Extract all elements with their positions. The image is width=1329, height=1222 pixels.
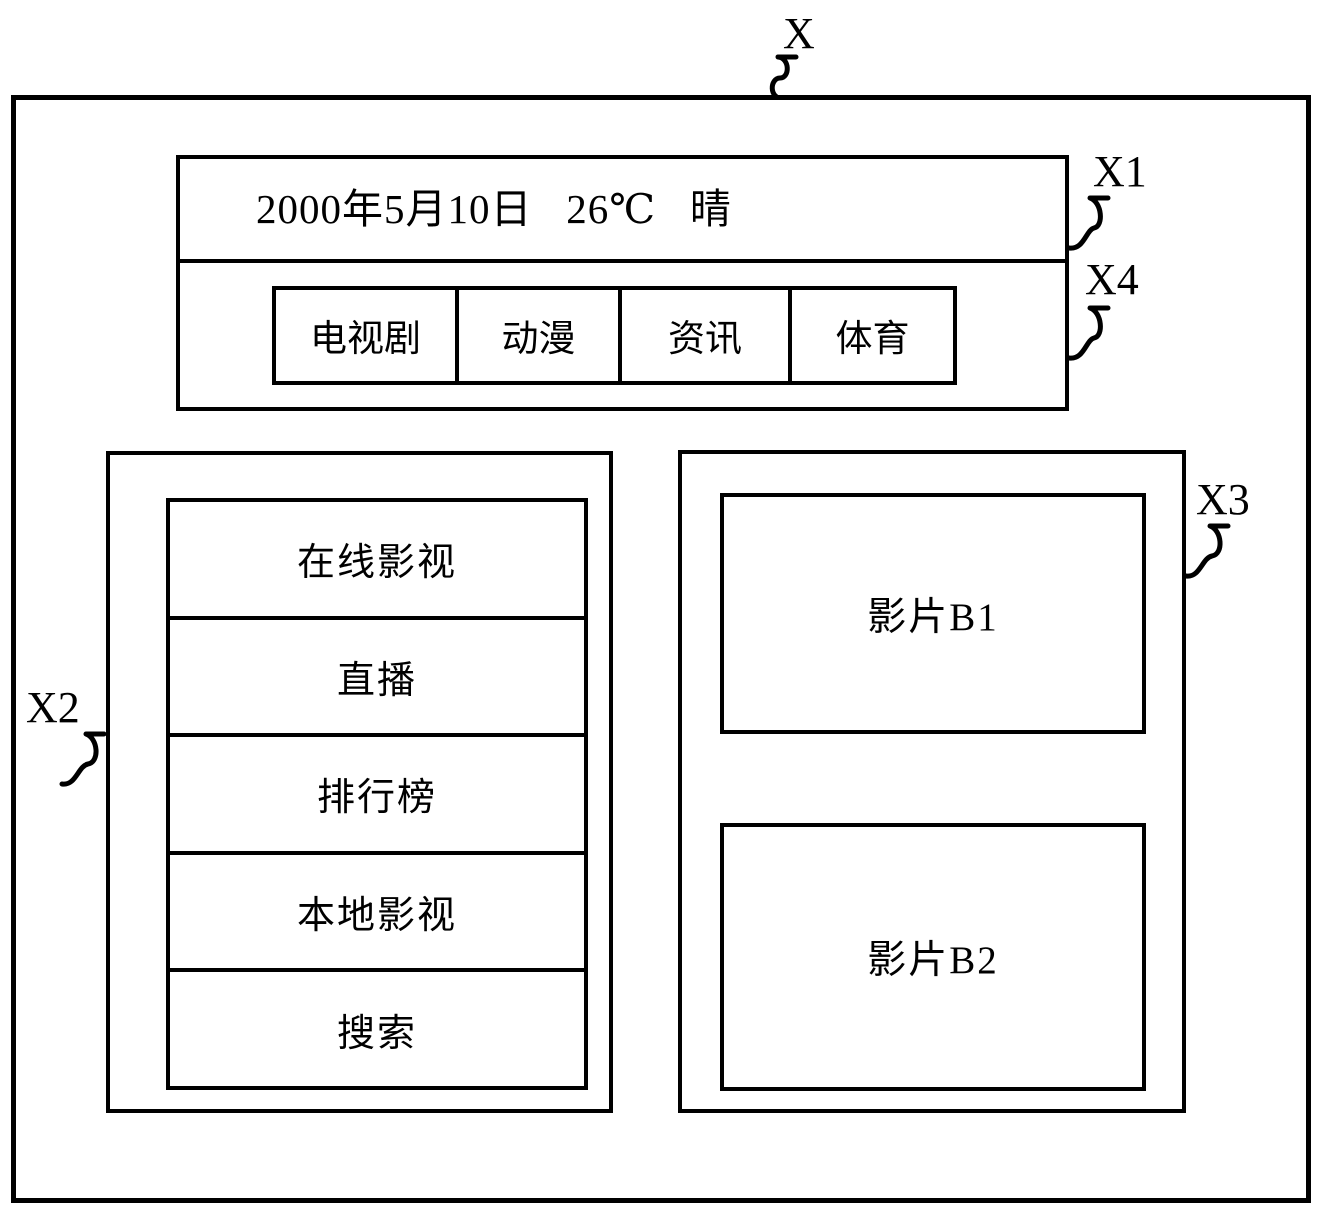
tab-animation[interactable]: 动漫 <box>455 285 622 385</box>
reference-label-device: X <box>783 9 815 58</box>
tab-label: 电视剧 <box>310 319 421 360</box>
media-tile-b2[interactable]: 影片B2 <box>720 823 1146 1091</box>
leader-line-status-bar <box>1066 195 1111 251</box>
leader-line-right-panel <box>1183 523 1231 579</box>
leader-line-tab-bar <box>1066 305 1111 361</box>
tab-label: 资讯 <box>668 319 742 360</box>
media-tile-label: 影片B2 <box>867 939 999 982</box>
tab-sports[interactable]: 体育 <box>788 285 957 385</box>
menu-list: 在线影视 直播 排行榜 本地影视 搜索 <box>166 498 588 1090</box>
status-bar-text: 2000年5月10日 26℃ 晴 <box>256 185 732 232</box>
leader-line-left-panel <box>59 731 107 787</box>
reference-label-left-panel: X2 <box>26 683 80 732</box>
menu-item-label: 直播 <box>336 659 417 702</box>
menu-item-label: 在线影视 <box>296 542 457 585</box>
media-tile-label: 影片B1 <box>867 595 999 639</box>
header-panel: 2000年5月10日 26℃ 晴 电视剧 动漫 资讯 体育 <box>176 155 1069 411</box>
status-bar: 2000年5月10日 26℃ 晴 <box>180 159 1065 263</box>
menu-item-label: 排行榜 <box>316 777 437 820</box>
menu-item-label: 本地影视 <box>296 895 457 938</box>
menu-item-live[interactable]: 直播 <box>170 620 584 738</box>
menu-item-search[interactable]: 搜索 <box>170 972 584 1086</box>
menu-item-local-video[interactable]: 本地影视 <box>170 855 584 973</box>
tab-label: 动漫 <box>501 319 576 360</box>
menu-item-ranking[interactable]: 排行榜 <box>170 737 584 855</box>
menu-item-online-video[interactable]: 在线影视 <box>170 502 584 620</box>
media-tile-b1[interactable]: 影片B1 <box>720 493 1146 734</box>
tab-bar: 电视剧 动漫 资讯 体育 <box>180 263 1065 407</box>
tab-tv-drama[interactable]: 电视剧 <box>272 285 459 385</box>
tab-news[interactable]: 资讯 <box>618 285 792 385</box>
tab-label: 体育 <box>835 319 910 360</box>
menu-item-label: 搜索 <box>336 1012 417 1055</box>
figure-canvas: X 2000年5月10日 26℃ 晴 电视剧 动漫 资讯 体育 X1 X4 在线… <box>0 0 1329 1222</box>
